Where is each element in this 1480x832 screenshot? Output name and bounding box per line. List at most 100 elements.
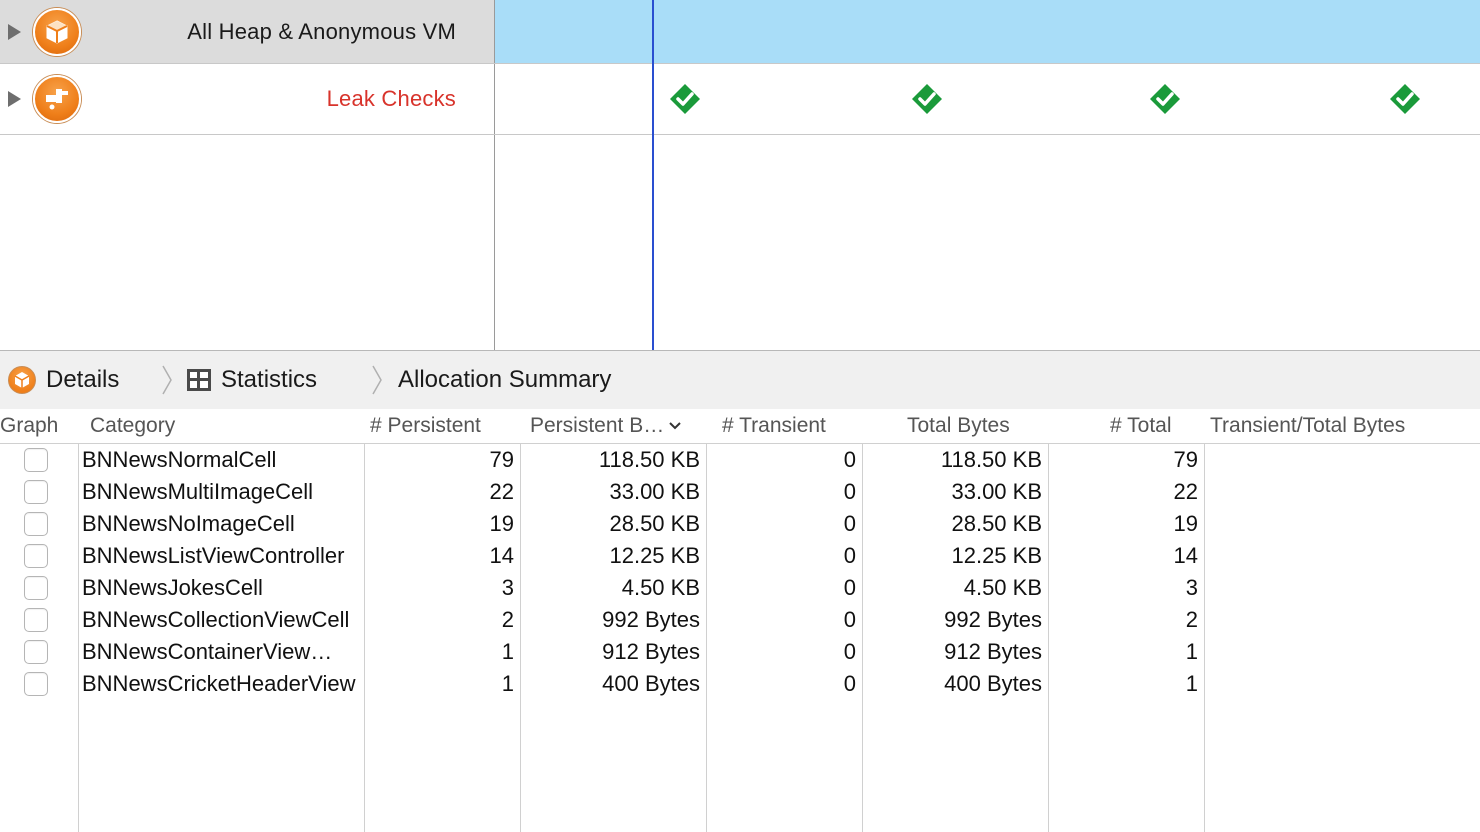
cell-total-bytes: 12.25 KB	[951, 543, 1042, 568]
allocations-icon	[33, 7, 81, 56]
instrument-row-allocations[interactable]: All Heap & Anonymous VM	[0, 0, 1480, 64]
leak-check-ok-icon[interactable]	[669, 83, 701, 115]
cell-category: BNNewsNormalCell	[82, 447, 277, 472]
cell-transient: 0	[843, 639, 856, 664]
instrument-label-cell[interactable]: All Heap & Anonymous VM	[0, 0, 495, 63]
cell-total: 22	[1173, 479, 1198, 504]
cell-transient: 0	[843, 543, 856, 568]
column-header-total-bytes[interactable]: Total Bytes	[907, 409, 1010, 443]
cell-total-bytes: 400 Bytes	[944, 671, 1042, 696]
graph-checkbox[interactable]	[24, 480, 48, 504]
leak-check-ok-icon[interactable]	[911, 83, 943, 115]
breadcrumb-separator-icon	[162, 365, 172, 395]
cell-category: BNNewsCollectionViewCell	[82, 607, 350, 632]
cell-transient: 0	[843, 671, 856, 696]
cell-transient: 0	[843, 607, 856, 632]
table-row[interactable]: BNNewsCollectionViewCell 2 992 Bytes 0 992 B…	[0, 604, 1480, 636]
table-row[interactable]: BNNewsNormalCell 79 118.50 KB 0 118.50 KB 79	[0, 444, 1480, 476]
jumpbar-statistics-label: Statistics	[221, 366, 318, 393]
graph-checkbox[interactable]	[24, 672, 48, 696]
cell-transient: 0	[843, 575, 856, 600]
jump-bar: Details Statistics Allocation Summary	[0, 350, 1480, 410]
playhead[interactable]	[652, 0, 654, 350]
cell-persistent: 1	[501, 639, 514, 664]
leak-check-ok-icon[interactable]	[1149, 83, 1181, 115]
graph-checkbox[interactable]	[24, 608, 48, 632]
leak-check-ok-icon[interactable]	[1389, 83, 1421, 115]
column-header-persistent[interactable]: # Persistent	[370, 409, 481, 443]
cell-total: 19	[1173, 511, 1198, 536]
leaks-icon	[33, 75, 81, 123]
cell-total-bytes: 118.50 KB	[940, 447, 1042, 472]
instrument-row-leaks[interactable]: Leak Checks	[0, 64, 1480, 135]
cell-category: BNNewsContainerView…	[82, 639, 333, 664]
table-row[interactable]: BNNewsMultiImageCell 22 33.00 KB 0 33.00 KB 2…	[0, 476, 1480, 508]
cell-total-bytes: 4.50 KB	[963, 575, 1042, 600]
cell-persistent: 1	[501, 671, 514, 696]
column-header-persistent-bytes[interactable]: Persistent B…	[530, 409, 682, 443]
cell-total: 14	[1173, 543, 1198, 568]
cell-total-bytes: 912 Bytes	[944, 639, 1042, 664]
cell-persistent: 79	[489, 447, 514, 472]
jumpbar-details-label: Details	[46, 366, 120, 393]
cell-category: BNNewsCricketHeaderView	[82, 671, 356, 696]
cell-category: BNNewsNoImageCell	[82, 511, 295, 536]
allocation-summary-table: Graph Category # Persistent Persistent B…	[0, 409, 1480, 832]
graph-checkbox[interactable]	[24, 640, 48, 664]
cell-total-bytes: 33.00 KB	[951, 479, 1042, 504]
cell-total: 1	[1185, 671, 1198, 696]
table-row[interactable]: BNNewsContainerView… 1 912 Bytes 0 912 Bytes…	[0, 636, 1480, 668]
table-row[interactable]: BNNewsListViewController 14 12.25 KB 0 12.25…	[0, 540, 1480, 572]
cell-persistent: 3	[501, 575, 514, 600]
disclosure-triangle-icon[interactable]	[8, 23, 21, 40]
instrument-name: Leak Checks	[326, 86, 456, 111]
breadcrumb-separator-icon	[372, 365, 382, 395]
jumpbar-statistics[interactable]: Statistics	[187, 351, 317, 409]
cell-persistent: 14	[489, 543, 514, 568]
cell-persistent: 19	[489, 511, 514, 536]
empty-instrument-area	[0, 135, 495, 350]
column-header-persistent-bytes-label: Persistent B…	[530, 414, 665, 437]
cell-transient: 0	[843, 511, 856, 536]
instrument-track[interactable]	[495, 0, 1480, 63]
graph-checkbox[interactable]	[24, 576, 48, 600]
graph-checkbox[interactable]	[24, 448, 48, 472]
jumpbar-allocation-summary-label: Allocation Summary	[398, 366, 612, 393]
allocations-icon	[8, 366, 36, 394]
column-header-total[interactable]: # Total	[1110, 409, 1172, 443]
table-body: BNNewsNormalCell 79 118.50 KB 0 118.50 KB 79 B…	[0, 444, 1480, 700]
cell-total-bytes: 28.50 KB	[951, 511, 1042, 536]
column-header-transient[interactable]: # Transient	[722, 409, 826, 443]
cell-persistent-bytes: 12.25 KB	[609, 543, 700, 568]
cell-persistent-bytes: 118.50 KB	[598, 447, 700, 472]
instrument-track[interactable]	[495, 64, 1480, 134]
cell-persistent-bytes: 33.00 KB	[609, 479, 700, 504]
jumpbar-details[interactable]: Details	[8, 351, 119, 409]
cell-total: 1	[1185, 639, 1198, 664]
cell-total-bytes: 992 Bytes	[944, 607, 1042, 632]
table-row[interactable]: BNNewsJokesCell 3 4.50 KB 0 4.50 KB 3	[0, 572, 1480, 604]
cell-persistent: 2	[501, 607, 514, 632]
cell-category: BNNewsJokesCell	[82, 575, 263, 600]
column-header-category[interactable]: Category	[90, 409, 175, 443]
graph-checkbox[interactable]	[24, 512, 48, 536]
cell-persistent-bytes: 992 Bytes	[602, 607, 700, 632]
graph-checkbox[interactable]	[24, 544, 48, 568]
sort-descending-icon	[669, 422, 681, 430]
cell-total: 79	[1173, 447, 1198, 472]
disclosure-triangle-icon[interactable]	[8, 91, 21, 107]
table-row[interactable]: BNNewsNoImageCell 19 28.50 KB 0 28.50 KB 19	[0, 508, 1480, 540]
column-header-transient-total-bytes[interactable]: Transient/Total Bytes	[1210, 409, 1405, 443]
cell-total: 3	[1185, 575, 1198, 600]
table-row[interactable]: BNNewsCricketHeaderView 1 400 Bytes 0 400 By…	[0, 668, 1480, 700]
cell-persistent-bytes: 400 Bytes	[602, 671, 700, 696]
jumpbar-allocation-summary[interactable]: Allocation Summary	[398, 351, 611, 409]
cell-transient: 0	[843, 447, 856, 472]
table-header: Graph Category # Persistent Persistent B…	[0, 409, 1480, 444]
column-header-graph[interactable]: Graph	[0, 409, 58, 443]
instrument-name: All Heap & Anonymous VM	[187, 18, 456, 44]
cell-transient: 0	[843, 479, 856, 504]
table-grid-icon	[187, 369, 211, 391]
instrument-label-cell[interactable]: Leak Checks	[0, 64, 495, 134]
cell-persistent-bytes: 28.50 KB	[609, 511, 700, 536]
